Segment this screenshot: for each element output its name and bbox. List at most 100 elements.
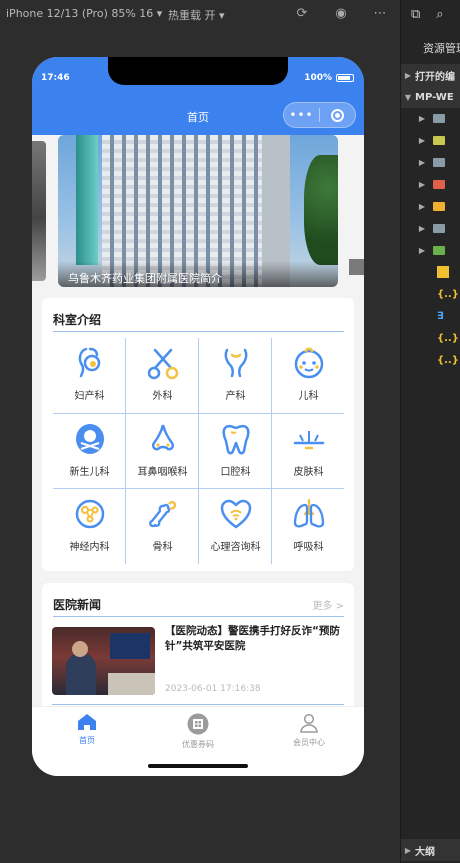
dept-stomatology[interactable]: 口腔科 — [199, 414, 272, 488]
dept-label: 儿科 — [298, 391, 319, 402]
tree-item[interactable]: {..} — [401, 327, 460, 349]
dept-label: 骨科 — [152, 542, 173, 553]
tree-item[interactable]: ▶ — [401, 217, 460, 239]
dept-neurology[interactable]: 神经内科 — [53, 489, 126, 563]
tree-item[interactable]: {..} — [401, 349, 460, 371]
news-card: 医院新闻 更多 > 【医院动态】警医携手打好反诈“预防针”共筑平安医院 2023… — [42, 583, 354, 706]
tree-item[interactable]: ▶ — [401, 151, 460, 173]
tree-item[interactable]: ▶ — [401, 239, 460, 261]
capsule-menu-icon[interactable]: ••• — [284, 108, 319, 122]
refresh-icon[interactable]: ⟳ — [294, 6, 310, 22]
open-editors-label: 打开的编 — [415, 71, 455, 83]
tree-item[interactable]: ∃ — [401, 305, 460, 327]
dept-psychology[interactable]: 心理咨询科 — [199, 489, 272, 563]
files-icon[interactable]: ⧉ — [411, 7, 420, 22]
status-time: 17:46 — [41, 73, 70, 83]
dept-respiratory[interactable]: 呼吸科 — [272, 489, 345, 563]
nose-icon — [151, 424, 174, 451]
dept-obstetrics[interactable]: 产科 — [199, 338, 272, 412]
news-more-link[interactable]: 更多 > — [312, 597, 344, 612]
news-thumbnail[interactable] — [52, 627, 155, 695]
dept-label: 神经内科 — [69, 542, 110, 553]
skin-icon — [293, 431, 324, 450]
page-content[interactable]: 乌鲁木齐药业集团附属医院简介 科室介绍 妇产科 外科 产科 儿科 新生儿科 耳鼻… — [32, 135, 364, 706]
tab-label: 首页 — [79, 736, 95, 745]
battery-status: 100% — [304, 73, 354, 83]
tab-coupons[interactable]: 优惠券码 — [143, 713, 253, 750]
open-editors-section[interactable]: ▶ 打开的编 — [401, 64, 460, 86]
folder-icon — [433, 179, 445, 189]
dept-orthopedics[interactable]: 骨科 — [126, 489, 199, 563]
dept-surgery[interactable]: 外科 — [126, 338, 199, 412]
more-icon[interactable]: ⋯ — [372, 6, 388, 22]
folder-icon — [433, 201, 445, 211]
news-item-title[interactable]: 【医院动态】警医携手打好反诈“预防针”共筑平安医院 — [165, 624, 345, 654]
hot-reload-toggle[interactable]: 热重载 开 ▾ — [168, 7, 225, 23]
tree-item[interactable] — [401, 261, 460, 283]
simulator-panel: iPhone 12/13 (Pro) 85% 16 ▾ 热重载 开 ▾ ⟳ ◉ … — [0, 0, 400, 863]
banner-prev-slide — [32, 141, 46, 281]
banner-swiper[interactable]: 乌鲁木齐药业集团附属医院简介 — [32, 135, 364, 287]
baby-face-icon — [294, 347, 323, 379]
tree-item[interactable]: ▶ — [401, 129, 460, 151]
departments-title: 科室介绍 — [53, 313, 102, 327]
dept-label: 耳鼻咽喉科 — [137, 467, 188, 478]
dept-label: 新生儿科 — [69, 467, 110, 478]
json-file-icon: {..} — [437, 332, 459, 344]
folder-icon — [433, 223, 445, 233]
miniprogram-capsule: ••• — [283, 102, 356, 128]
coupon-icon — [187, 713, 209, 735]
dept-label: 外科 — [152, 391, 173, 402]
tab-member[interactable]: 会员中心 — [254, 713, 364, 748]
project-section[interactable]: ▼ MP-WE — [401, 86, 460, 108]
explorer-toolbar: ⧉ ⌕ — [401, 0, 460, 28]
phone-notch — [108, 57, 288, 85]
json-file-icon: {..} — [437, 288, 459, 300]
dept-label: 皮肤科 — [293, 467, 324, 478]
dept-obstetrics-gynecology[interactable]: 妇产科 — [53, 338, 126, 412]
project-label: MP-WE — [415, 91, 454, 103]
outline-label: 大纲 — [415, 846, 435, 858]
phone-frame: 17:46 100% 首页 ••• 乌鲁木齐药业集团附属医院简介 科室介绍 妇产… — [32, 57, 364, 776]
search-icon[interactable]: ⌕ — [436, 7, 443, 22]
battery-icon — [336, 74, 354, 82]
dept-ent[interactable]: 耳鼻咽喉科 — [126, 414, 199, 488]
banner-caption: 乌鲁木齐药业集团附属医院简介 — [58, 261, 338, 287]
dept-neonatology[interactable]: 新生儿科 — [53, 414, 126, 488]
dept-dermatology[interactable]: 皮肤科 — [272, 414, 345, 488]
dept-label: 呼吸科 — [293, 542, 324, 553]
tooth-icon — [221, 424, 250, 455]
dept-label: 心理咨询科 — [210, 542, 261, 553]
devtools-window: iPhone 12/13 (Pro) 85% 16 ▾ 热重载 开 ▾ ⟳ ◉ … — [0, 0, 460, 863]
newborn-icon — [75, 424, 104, 454]
lungs-icon — [293, 498, 324, 528]
neuron-icon — [75, 499, 104, 529]
explorer-title: 资源管理 — [423, 42, 460, 55]
tree-item[interactable]: ▶ — [401, 107, 460, 129]
departments-card: 科室介绍 妇产科 外科 产科 儿科 新生儿科 耳鼻咽喉科 口腔科 皮肤科 神经内… — [42, 298, 354, 571]
banner-slide[interactable]: 乌鲁木齐药业集团附属医院简介 — [58, 135, 338, 287]
tab-label: 会员中心 — [293, 738, 325, 747]
explorer-panel: ⧉ ⌕ 资源管理 ▶打开的编 ▼MP-WE ▶ ▶ ▶ ▶ ▶ ▶ ▶ {..}… — [400, 0, 460, 863]
capsule-close-icon[interactable] — [320, 108, 355, 122]
tab-bar: 首页 优惠券码 会员中心 — [32, 706, 364, 776]
tree-item[interactable]: ▶ — [401, 195, 460, 217]
news-section-title: 医院新闻 — [53, 598, 102, 612]
tree-item[interactable]: {..} — [401, 283, 460, 305]
tree-item[interactable]: ▶ — [401, 173, 460, 195]
simulator-toolbar: iPhone 12/13 (Pro) 85% 16 ▾ 热重载 开 ▾ ⟳ ◉ … — [0, 0, 400, 28]
dept-label: 产科 — [225, 391, 246, 402]
stop-icon[interactable]: ◉ — [333, 6, 349, 22]
outline-section[interactable]: ▶ 大纲 — [401, 839, 460, 861]
folder-icon — [433, 245, 445, 255]
tab-home[interactable]: 首页 — [32, 713, 142, 746]
news-divider — [53, 616, 344, 617]
dept-pediatrics[interactable]: 儿科 — [272, 338, 345, 412]
tab-label: 优惠券码 — [182, 740, 214, 749]
nav-bar: 首页 ••• — [32, 97, 364, 135]
news-item-divider — [52, 704, 344, 705]
folder-icon — [433, 113, 445, 123]
news-item-date: 2023-06-01 17:16:38 — [165, 684, 261, 694]
tree-image — [304, 155, 338, 265]
device-selector[interactable]: iPhone 12/13 (Pro) 85% 16 ▾ — [6, 7, 162, 20]
